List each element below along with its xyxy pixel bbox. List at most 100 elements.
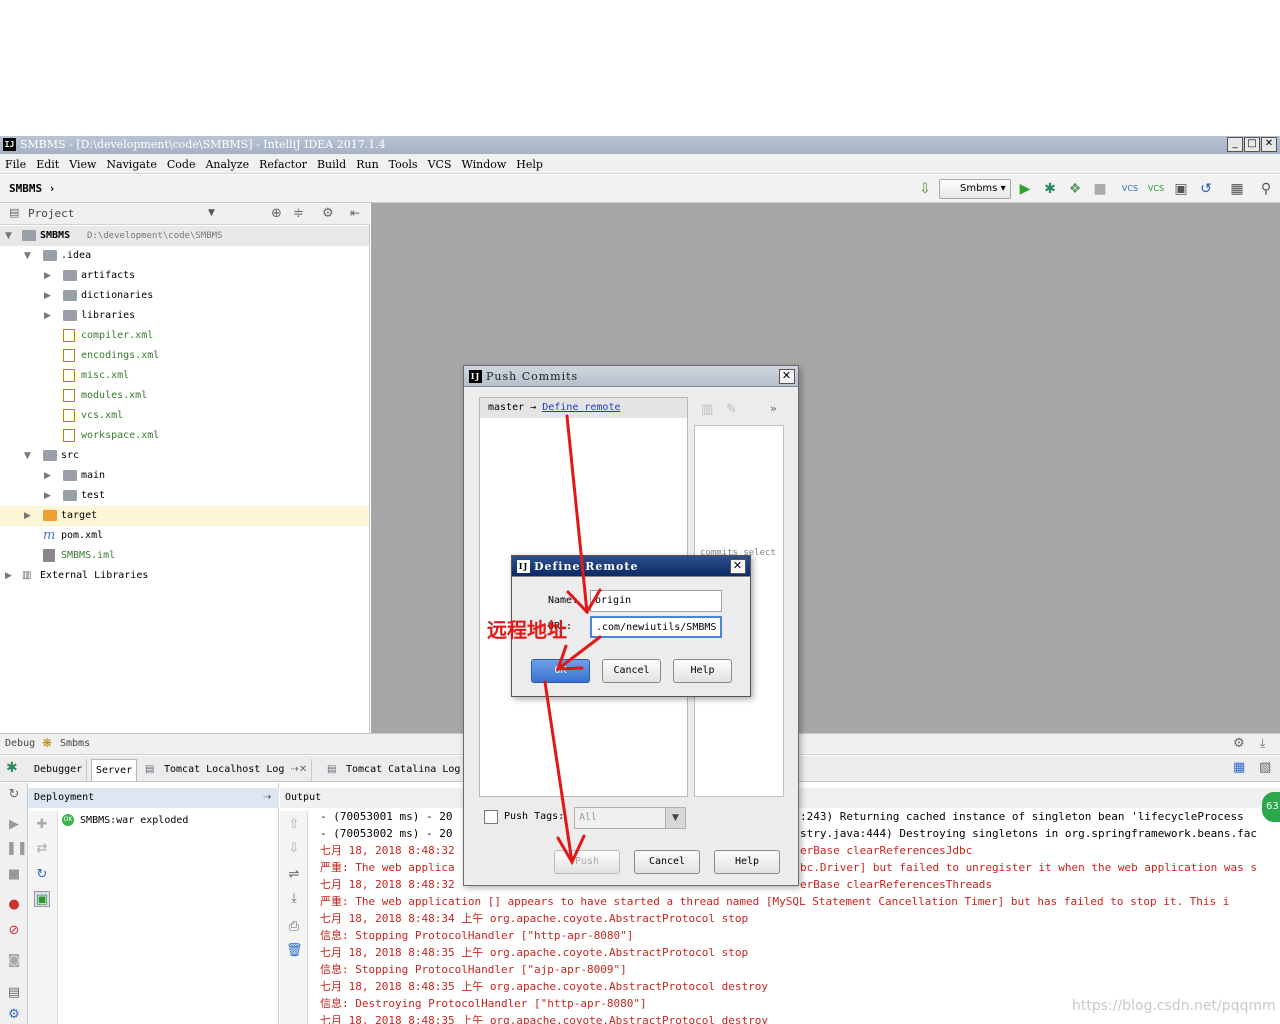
maximize-button[interactable]: □	[1244, 137, 1260, 152]
tree-item-compiler-xml[interactable]: compiler.xml	[0, 326, 369, 346]
notification-badge[interactable]: 63	[1262, 792, 1280, 822]
expand-arrow-icon[interactable]: ▼	[5, 226, 12, 246]
tree-item-workspace-xml[interactable]: workspace.xml	[0, 426, 369, 446]
view-breakpoints-icon[interactable]: ●	[6, 897, 22, 913]
lock-icon[interactable]: ▥	[701, 402, 713, 417]
run-config-select[interactable]: Smbms ▾	[939, 179, 1011, 199]
collapsed-arrow-icon[interactable]: ▶	[44, 266, 51, 286]
vcs-commit-icon[interactable]: VCS	[1147, 180, 1165, 198]
camera-icon[interactable]: ◙	[6, 953, 22, 969]
refresh-icon[interactable]: ↻	[34, 867, 50, 883]
restore-layout-icon[interactable]: ▧	[1259, 760, 1271, 775]
stop-icon[interactable]: ■	[1091, 180, 1109, 198]
push-button[interactable]: Push	[554, 850, 620, 874]
project-structure-icon[interactable]: ▦	[1228, 180, 1246, 198]
menu-file[interactable]: File	[0, 154, 31, 171]
tab-debugger[interactable]: Debugger	[30, 759, 88, 781]
tab-tomcat-localhost-log[interactable]: ▤ Tomcat Localhost Log ⇢✕	[140, 759, 313, 781]
expand-arrow-icon[interactable]: ▼	[24, 446, 31, 466]
build-icon[interactable]: ⇩	[916, 180, 934, 198]
down-arrow-icon[interactable]: ⇩	[286, 841, 302, 857]
pin-icon[interactable]: ⇢	[263, 788, 271, 808]
menu-build[interactable]: Build	[312, 154, 351, 171]
breadcrumb[interactable]: SMBMS ›	[9, 182, 55, 195]
menu-run[interactable]: Run	[351, 154, 383, 171]
collapsed-arrow-icon[interactable]: ▶	[44, 306, 51, 326]
pause-icon[interactable]: ❚❚	[6, 841, 28, 857]
revert-icon[interactable]: ↺	[1197, 180, 1215, 198]
collapsed-arrow-icon[interactable]: ▶	[5, 566, 12, 586]
print-icon[interactable]: ⎙	[286, 919, 302, 935]
vcs-compare-icon[interactable]: ▣	[1172, 180, 1190, 198]
close-window-button[interactable]: ✕	[1261, 137, 1277, 152]
help-button[interactable]: Help	[673, 659, 732, 683]
deployment-item[interactable]: OK SMBMS:war exploded	[62, 813, 188, 829]
collapsed-arrow-icon[interactable]: ▶	[44, 286, 51, 306]
close-tab-icon[interactable]: ⇢✕	[290, 764, 307, 775]
define-remote-link[interactable]: Define remote	[542, 402, 620, 413]
project-panel-title[interactable]: Project	[28, 207, 74, 220]
tree-item-vcs-xml[interactable]: vcs.xml	[0, 406, 369, 426]
menu-navigate[interactable]: Navigate	[101, 154, 161, 171]
trash-icon[interactable]: 🗑	[286, 943, 303, 959]
stop-icon[interactable]: ■	[6, 867, 22, 883]
hide-panel-icon[interactable]: ⤓	[1260, 736, 1265, 751]
restore-layout-icon[interactable]: ▤	[6, 985, 22, 1001]
tree-item-test[interactable]: ▶ test	[0, 486, 369, 506]
update-icon[interactable]: ▣	[34, 891, 50, 907]
ok-button[interactable]: OK	[531, 659, 590, 683]
rerun-icon[interactable]: ↻	[6, 787, 22, 803]
up-arrow-icon[interactable]: ⇧	[286, 817, 302, 833]
tree-item-idea[interactable]: ▼ .idea	[0, 246, 369, 266]
tree-item-modules-xml[interactable]: modules.xml	[0, 386, 369, 406]
menu-help[interactable]: Help	[511, 154, 548, 171]
tab-server[interactable]: Server	[91, 759, 138, 781]
run-icon[interactable]: ▶	[1016, 180, 1034, 198]
settings-icon[interactable]: ⚙	[6, 1007, 22, 1023]
scroll-from-source-icon[interactable]: ⊕	[271, 206, 282, 221]
menu-code[interactable]: Code	[162, 154, 201, 171]
cancel-button[interactable]: Cancel	[634, 850, 700, 874]
resume-icon[interactable]: ▶	[6, 817, 22, 833]
menu-analyze[interactable]: Analyze	[200, 154, 254, 171]
tree-item-artifacts[interactable]: ▶ artifacts	[0, 266, 369, 286]
push-tags-checkbox[interactable]	[484, 810, 498, 824]
layout-icon[interactable]: ▦	[1233, 760, 1245, 775]
tree-item-src[interactable]: ▼ src	[0, 446, 369, 466]
breadcrumb-project[interactable]: SMBMS	[9, 182, 42, 195]
push-tags-select[interactable]: All ▼	[574, 807, 686, 829]
mute-breakpoints-icon[interactable]: ⊘	[6, 923, 22, 939]
tree-item-pom-xml[interactable]: m pom.xml	[0, 526, 369, 546]
tree-item-external-libraries[interactable]: ▶ ▥ External Libraries	[0, 566, 369, 586]
tree-item-main[interactable]: ▶ main	[0, 466, 369, 486]
menu-view[interactable]: View	[64, 154, 101, 171]
gear-icon[interactable]: ⚙	[322, 206, 334, 221]
collapsed-arrow-icon[interactable]: ▶	[24, 506, 31, 526]
deploy-icon[interactable]: ✚	[34, 817, 50, 833]
menu-vcs[interactable]: VCS	[423, 154, 457, 171]
menu-window[interactable]: Window	[456, 154, 511, 171]
chevron-down-icon[interactable]: ▼	[208, 208, 215, 218]
more-icon[interactable]: »	[770, 402, 777, 415]
undeploy-icon[interactable]: ⇄	[34, 841, 50, 857]
edit-icon[interactable]: ✎	[726, 402, 737, 417]
soft-wrap-icon[interactable]: ⇌	[286, 867, 302, 883]
tree-item-encodings-xml[interactable]: encodings.xml	[0, 346, 369, 366]
expand-arrow-icon[interactable]: ▼	[24, 246, 31, 266]
chevron-down-icon[interactable]: ▼	[665, 808, 685, 828]
collapsed-arrow-icon[interactable]: ▶	[44, 486, 51, 506]
collapse-all-icon[interactable]: ≑	[293, 206, 304, 221]
coverage-icon[interactable]: ❖	[1066, 180, 1084, 198]
tree-item-target[interactable]: ▶ target	[0, 506, 369, 526]
close-icon[interactable]: ✕	[730, 559, 746, 574]
tree-item-libraries[interactable]: ▶ libraries	[0, 306, 369, 326]
menu-edit[interactable]: Edit	[31, 154, 64, 171]
tab-tomcat-catalina-log[interactable]: ▤ Tomcat Catalina Log	[322, 759, 466, 781]
menu-tools[interactable]: Tools	[384, 154, 423, 171]
minimize-button[interactable]: _	[1227, 137, 1243, 152]
tree-root-smbms[interactable]: ▼ SMBMS D:\development\code\SMBMS	[0, 226, 369, 246]
tree-item-smbms-iml[interactable]: SMBMS.iml	[0, 546, 369, 566]
tree-item-dictionaries[interactable]: ▶ dictionaries	[0, 286, 369, 306]
branch-row[interactable]: master → Define remote	[480, 398, 687, 418]
cancel-button[interactable]: Cancel	[602, 659, 661, 683]
